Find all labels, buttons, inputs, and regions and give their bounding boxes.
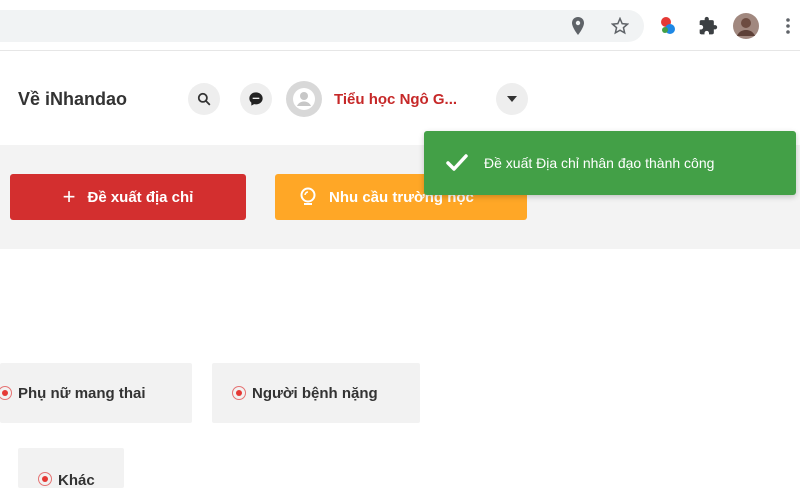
heart-badge-icon [38,472,52,486]
site-header: Về iNhandao Tiểu học Ngô G... [0,51,800,143]
user-placeholder-icon [293,88,315,110]
suggest-address-label: Đề xuất địa chỉ [87,188,194,206]
user-name[interactable]: Tiểu học Ngô G... [334,91,457,108]
caret-down-icon [507,96,517,102]
profile-avatar[interactable] [732,12,760,40]
extension-colorful-icon[interactable] [654,12,682,40]
category-label: Người bệnh nặng [252,384,378,402]
category-label: Phụ nữ mang thai [18,384,146,402]
browser-toolbar [0,0,800,50]
user-menu-toggle[interactable] [496,83,528,115]
heart-badge-icon [232,386,246,400]
lightbulb-icon [300,187,316,205]
user-avatar[interactable] [286,81,322,117]
address-bar[interactable] [0,10,644,42]
messages-button[interactable] [240,83,272,115]
more-vert-icon[interactable] [774,12,800,40]
category-label: Khác [58,472,95,489]
checkmark-icon [446,154,468,171]
success-toast: Đề xuất Địa chỉ nhân đạo thành công [424,131,796,195]
category-seriously-ill[interactable]: Người bệnh nặng [212,363,420,423]
puzzle-icon[interactable] [694,12,722,40]
search-icon [197,92,211,106]
location-icon[interactable] [566,14,590,38]
suggest-address-button[interactable]: + Đề xuất địa chỉ [10,174,246,220]
star-icon[interactable] [608,14,632,38]
chat-bubble-icon [249,92,263,106]
plus-icon: + [62,184,76,209]
about-link[interactable]: Về iNhandao [18,89,127,110]
category-other[interactable]: Khác [18,448,124,489]
search-button[interactable] [188,83,220,115]
heart-badge-icon [0,386,12,400]
category-pregnant[interactable]: Phụ nữ mang thai [0,363,192,423]
toast-message: Đề xuất Địa chỉ nhân đạo thành công [484,155,715,171]
